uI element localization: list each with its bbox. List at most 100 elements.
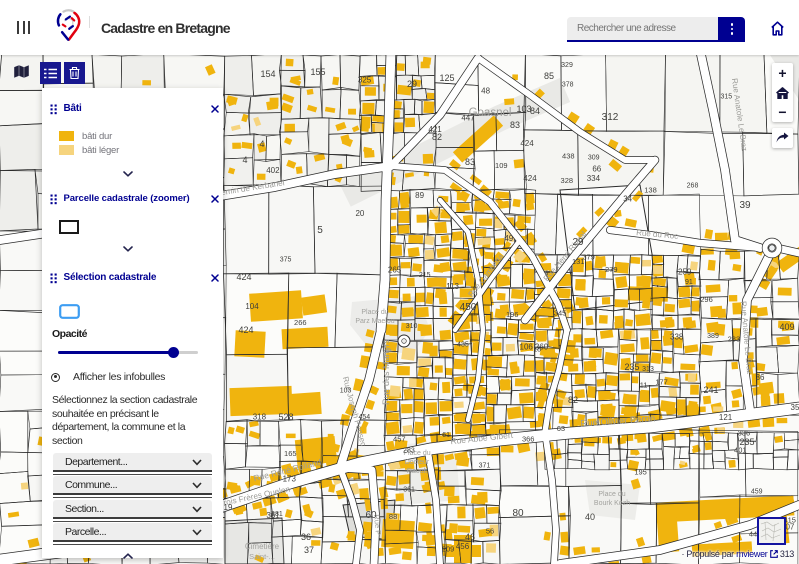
svg-text:379: 379 xyxy=(582,253,595,262)
svg-text:209: 209 xyxy=(442,545,455,554)
svg-text:5: 5 xyxy=(317,225,323,236)
svg-text:389: 389 xyxy=(707,333,719,340)
svg-text:283: 283 xyxy=(403,447,415,454)
svg-text:424: 424 xyxy=(523,174,537,183)
svg-text:Docteur: Docteur xyxy=(405,459,430,466)
svg-text:80: 80 xyxy=(512,508,524,519)
svg-text:401: 401 xyxy=(734,446,747,455)
svg-text:Goasnel: Goasnel xyxy=(469,107,512,119)
svg-text:37: 37 xyxy=(304,545,314,555)
svg-text:Cimetière: Cimetière xyxy=(245,542,280,551)
svg-text:409: 409 xyxy=(779,322,794,332)
svg-text:361: 361 xyxy=(266,511,280,520)
svg-text:36: 36 xyxy=(301,532,311,542)
svg-text:366: 366 xyxy=(522,434,535,443)
svg-text:34: 34 xyxy=(623,194,632,203)
svg-text:265: 265 xyxy=(388,266,402,275)
svg-text:177: 177 xyxy=(655,378,668,387)
svg-text:66: 66 xyxy=(592,164,601,173)
svg-text:283: 283 xyxy=(728,334,741,343)
svg-text:259: 259 xyxy=(678,268,692,277)
svg-text:63: 63 xyxy=(557,424,565,433)
svg-text:36: 36 xyxy=(756,373,765,382)
svg-text:48: 48 xyxy=(481,87,490,96)
svg-text:154: 154 xyxy=(260,69,275,79)
svg-text:241: 241 xyxy=(703,385,718,395)
svg-text:89: 89 xyxy=(415,191,424,200)
svg-text:424: 424 xyxy=(238,325,253,335)
svg-text:318: 318 xyxy=(253,413,267,422)
svg-text:4: 4 xyxy=(242,155,247,165)
svg-text:313: 313 xyxy=(642,366,654,373)
svg-text:Raoult: Raoult xyxy=(407,468,427,475)
svg-text:29: 29 xyxy=(572,237,584,248)
svg-text:457: 457 xyxy=(393,434,406,443)
svg-text:165: 165 xyxy=(284,449,297,458)
svg-text:315: 315 xyxy=(720,93,732,100)
svg-text:338: 338 xyxy=(670,333,684,342)
svg-text:378: 378 xyxy=(562,81,574,88)
svg-text:83: 83 xyxy=(465,157,475,167)
svg-text:83: 83 xyxy=(510,120,520,130)
svg-text:104: 104 xyxy=(245,302,259,311)
svg-text:4: 4 xyxy=(259,139,264,149)
svg-text:424: 424 xyxy=(520,139,534,148)
svg-text:438: 438 xyxy=(562,152,575,161)
svg-text:450: 450 xyxy=(460,302,477,313)
svg-text:88: 88 xyxy=(389,512,397,521)
svg-text:279: 279 xyxy=(605,265,618,274)
svg-text:60: 60 xyxy=(365,510,377,521)
svg-text:121: 121 xyxy=(719,413,733,422)
svg-text:Bourk Kozh: Bourk Kozh xyxy=(594,500,630,507)
svg-text:35: 35 xyxy=(791,403,799,412)
svg-text:39: 39 xyxy=(739,200,751,211)
svg-text:40: 40 xyxy=(585,512,595,522)
svg-text:29: 29 xyxy=(407,79,417,89)
svg-text:454: 454 xyxy=(358,414,370,421)
svg-text:456: 456 xyxy=(456,542,470,551)
svg-text:336: 336 xyxy=(738,429,751,438)
svg-text:46: 46 xyxy=(465,532,475,542)
svg-text:109: 109 xyxy=(495,161,508,170)
svg-text:424: 424 xyxy=(236,272,251,282)
svg-text:125: 125 xyxy=(439,73,454,83)
svg-text:195: 195 xyxy=(634,468,647,477)
svg-text:235: 235 xyxy=(624,362,639,372)
svg-text:155: 155 xyxy=(310,67,325,77)
svg-text:82: 82 xyxy=(568,395,578,405)
svg-text:329: 329 xyxy=(561,62,573,69)
svg-text:49: 49 xyxy=(504,234,513,243)
svg-text:18: 18 xyxy=(533,346,541,353)
svg-text:310: 310 xyxy=(406,323,418,330)
svg-text:20: 20 xyxy=(355,209,364,218)
svg-text:345: 345 xyxy=(554,308,567,317)
svg-text:196: 196 xyxy=(506,310,519,319)
svg-text:91: 91 xyxy=(685,279,693,286)
svg-text:309: 309 xyxy=(588,154,600,161)
svg-text:447: 447 xyxy=(461,114,475,123)
svg-text:361: 361 xyxy=(403,486,415,493)
svg-text:402: 402 xyxy=(266,166,280,175)
svg-text:Rue des Martyrs: Rue des Martyrs xyxy=(381,338,391,405)
svg-text:103: 103 xyxy=(516,104,531,114)
svg-text:Parz Maelou: Parz Maelou xyxy=(355,318,394,325)
svg-text:268: 268 xyxy=(687,182,699,189)
svg-text:459: 459 xyxy=(751,489,763,496)
svg-text:173: 173 xyxy=(283,475,297,484)
svg-text:Place du: Place du xyxy=(361,309,388,316)
svg-text:138: 138 xyxy=(644,185,657,194)
svg-text:421: 421 xyxy=(428,125,442,134)
svg-text:371: 371 xyxy=(479,463,491,470)
svg-text:312: 312 xyxy=(602,112,619,123)
svg-text:19: 19 xyxy=(224,503,233,512)
svg-text:Place du: Place du xyxy=(598,491,625,498)
svg-text:528: 528 xyxy=(278,412,293,422)
svg-text:328: 328 xyxy=(561,176,574,185)
svg-text:Saint-...: Saint-... xyxy=(249,552,275,561)
svg-text:61: 61 xyxy=(442,432,450,439)
svg-text:334: 334 xyxy=(587,174,601,183)
svg-text:11: 11 xyxy=(640,381,648,390)
svg-text:215: 215 xyxy=(419,272,431,279)
svg-text:325: 325 xyxy=(358,76,372,85)
svg-text:106: 106 xyxy=(520,342,534,351)
